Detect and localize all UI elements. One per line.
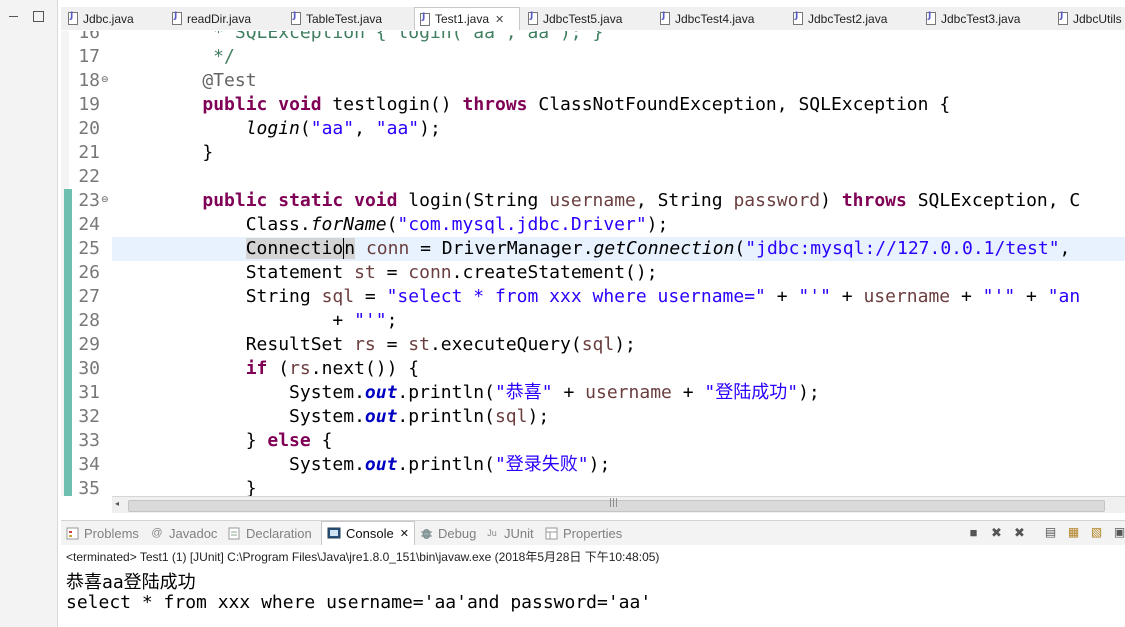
- code-line: 22: [78, 166, 100, 187]
- editor-horizontal-scrollbar[interactable]: ◂ |||: [112, 496, 1125, 513]
- maximize-icon[interactable]: [33, 11, 44, 22]
- code-line: 20 login("aa", "aa");: [78, 118, 441, 139]
- code-line: 32 System.out.println(sql);: [78, 406, 550, 427]
- fold-icon[interactable]: ⊖: [101, 75, 109, 85]
- close-console-icon[interactable]: ✕: [400, 527, 409, 540]
- java-file-icon: J: [792, 11, 803, 25]
- remove-all-terminated-icon[interactable]: ✖: [1013, 526, 1026, 539]
- code-line: 29 ResultSet rs = st.executeQuery(sql);: [78, 334, 636, 355]
- tab-readdir-java[interactable]: J readDir.java: [171, 7, 251, 30]
- java-file-icon: J: [925, 11, 936, 25]
- java-file-icon: J: [171, 11, 182, 25]
- close-tab-icon[interactable]: ✕: [495, 13, 504, 26]
- code-line: 24 Class.forName("com.mysql.jdbc.Driver"…: [78, 214, 669, 235]
- tab-jdbctest5-java[interactable]: J JdbcTest5.java: [527, 7, 622, 30]
- console-icon: [327, 527, 341, 541]
- tab-javadoc[interactable]: @ Javadoc: [150, 521, 217, 545]
- tab-problems[interactable]: Problems: [65, 521, 139, 545]
- fold-icon[interactable]: ⊖: [101, 195, 109, 205]
- tab-properties[interactable]: Properties: [544, 521, 622, 545]
- tab-test1-java[interactable]: J Test1.java ✕: [414, 7, 520, 30]
- code-line: 16 * SQLException { login( aa , aa ); }: [78, 31, 604, 43]
- text-caret: n: [343, 238, 356, 259]
- code-line: 30 if (rs.next()) {: [78, 358, 420, 379]
- java-file-icon: J: [419, 12, 430, 26]
- terminated-status: <terminated> Test1 (1) [JUnit] C:\Progra…: [66, 550, 660, 564]
- code-line: 21 }: [78, 142, 214, 163]
- tab-label: JdbcTest2.java: [808, 11, 888, 26]
- tab-label: TableTest.java: [306, 11, 383, 26]
- code-line: 18 ⊖ @Test: [78, 70, 257, 91]
- java-file-icon: J: [1057, 11, 1068, 25]
- tab-declaration[interactable]: Declaration: [227, 521, 312, 545]
- code-line: 33 } else {: [78, 430, 333, 451]
- minimize-icon[interactable]: [9, 11, 18, 17]
- properties-icon: [544, 526, 558, 540]
- tab-console[interactable]: Console ✕: [321, 521, 415, 545]
- scrollbar-grip: |||: [609, 498, 619, 508]
- console-output[interactable]: <terminated> Test1 (1) [JUnit] C:\Progra…: [61, 545, 1125, 627]
- tab-jdbcutils[interactable]: J JdbcUtils: [1057, 7, 1122, 30]
- console-line: 恭喜aa登陆成功: [66, 572, 196, 593]
- junit-icon: Ju: [487, 528, 497, 538]
- declaration-icon: [227, 526, 241, 540]
- java-file-icon: J: [67, 11, 78, 25]
- code-line: 28 + "'";: [78, 310, 398, 331]
- tab-label: JdbcTest5.java: [543, 11, 623, 26]
- code-line: 27 String sql = "select * from xxx where…: [78, 286, 1081, 307]
- tab-jdbctest2-java[interactable]: J JdbcTest2.java: [792, 7, 887, 30]
- pin-console-icon[interactable]: ▧: [1090, 526, 1103, 539]
- problems-icon: [65, 526, 79, 540]
- tab-tabletest-java[interactable]: J TableTest.java: [290, 7, 382, 30]
- scroll-left-arrow-icon[interactable]: ◂: [115, 499, 119, 508]
- bug-icon: [419, 526, 433, 540]
- tab-label: JdbcUtils: [1073, 11, 1122, 26]
- terminate-icon[interactable]: ■: [967, 526, 980, 539]
- code-line: 34 System.out.println("登录失败");: [78, 454, 611, 475]
- code-line: 35 }: [78, 478, 257, 496]
- tab-label: Jdbc.java: [83, 11, 134, 26]
- java-file-icon: J: [659, 11, 670, 25]
- tab-label: readDir.java: [187, 11, 252, 26]
- tab-jdbctest4-java[interactable]: J JdbcTest4.java: [659, 7, 754, 30]
- code-line: 17 */: [78, 46, 235, 67]
- tab-jdbc-java[interactable]: J Jdbc.java: [67, 7, 134, 30]
- editor-tab-bar: J Jdbc.java J readDir.java J TableTest.j…: [61, 7, 1125, 30]
- code-line: 26 Statement st = conn.createStatement()…: [78, 262, 658, 283]
- tab-label: JdbcTest4.java: [675, 11, 755, 26]
- scroll-lock-icon[interactable]: ▦: [1067, 526, 1080, 539]
- code-line: 23 ⊖ public static void login(String use…: [78, 190, 1081, 211]
- code-editor[interactable]: 16 * SQLException { login( aa , aa ); } …: [61, 31, 1125, 496]
- remove-launch-icon[interactable]: ✖: [990, 526, 1003, 539]
- code-line-current: 25 Connection conn = DriverManager.getCo…: [78, 238, 1082, 259]
- code-line: 19 public void testlogin() throws ClassN…: [78, 94, 951, 115]
- tab-debug[interactable]: Debug: [419, 521, 476, 545]
- clear-console-icon[interactable]: ▤: [1044, 526, 1057, 539]
- at-icon: @: [151, 527, 163, 539]
- java-file-icon: J: [527, 11, 538, 25]
- tab-junit[interactable]: Ju JUnit: [485, 521, 533, 545]
- display-selected-console-icon[interactable]: ▣: [1113, 526, 1125, 539]
- tab-label: Test1.java: [435, 12, 490, 26]
- bottom-view-tabs: Problems @ Javadoc Declaration Console ✕…: [61, 520, 1125, 545]
- tab-label: JdbcTest3.java: [941, 11, 1021, 26]
- console-line: select * from xxx where username='aa'and…: [66, 592, 652, 613]
- tab-jdbctest3-java[interactable]: J JdbcTest3.java: [925, 7, 1020, 30]
- java-file-icon: J: [290, 11, 301, 25]
- scrollbar-thumb[interactable]: |||: [128, 498, 1105, 512]
- code-line: 31 System.out.println("恭喜" + username + …: [78, 382, 820, 403]
- left-panel-strip: [0, 0, 58, 627]
